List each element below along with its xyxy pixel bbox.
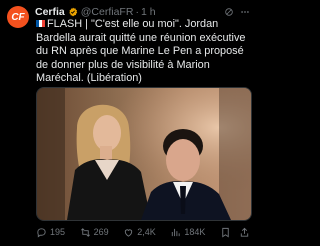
like-icon <box>125 228 133 237</box>
repost-count: 269 <box>93 227 109 237</box>
photo-illustration <box>37 88 251 220</box>
reply-count: 195 <box>50 227 66 237</box>
share-icon[interactable] <box>239 227 250 238</box>
like-button[interactable]: 2,4K <box>123 227 156 238</box>
author-name[interactable]: Cerfia <box>35 6 65 18</box>
repost-icon <box>80 227 90 237</box>
views-count: 184K <box>184 227 206 237</box>
avatar-text: CF <box>11 11 25 23</box>
more-icon[interactable] <box>240 7 250 17</box>
reply-button[interactable]: 195 <box>36 227 65 238</box>
reply-icon <box>37 227 46 238</box>
author-handle[interactable]: @CerfiaFR <box>81 6 134 18</box>
avatar[interactable]: CF <box>7 6 29 28</box>
like-count: 2,4K <box>137 227 156 237</box>
separator-dot: · <box>135 6 139 18</box>
post-photo[interactable] <box>36 87 252 221</box>
post-text: FLASH | "C'est elle ou moi". Jordan Bard… <box>36 18 250 86</box>
views-button[interactable]: 184K <box>170 227 205 238</box>
post-body: FLASH | "C'est elle ou moi". Jordan Bard… <box>36 18 246 84</box>
france-flag-icon <box>36 18 45 27</box>
post-time[interactable]: 1 h <box>141 6 156 18</box>
repost-button[interactable]: 269 <box>80 227 109 238</box>
verified-icon <box>69 7 77 17</box>
post-actions: 195 269 2,4K 184K <box>36 224 250 240</box>
bookmark-icon[interactable] <box>220 227 231 238</box>
grok-icon[interactable] <box>224 7 234 17</box>
post-header: Cerfia @CerfiaFR · 1 h <box>35 5 250 19</box>
views-icon <box>172 228 180 236</box>
